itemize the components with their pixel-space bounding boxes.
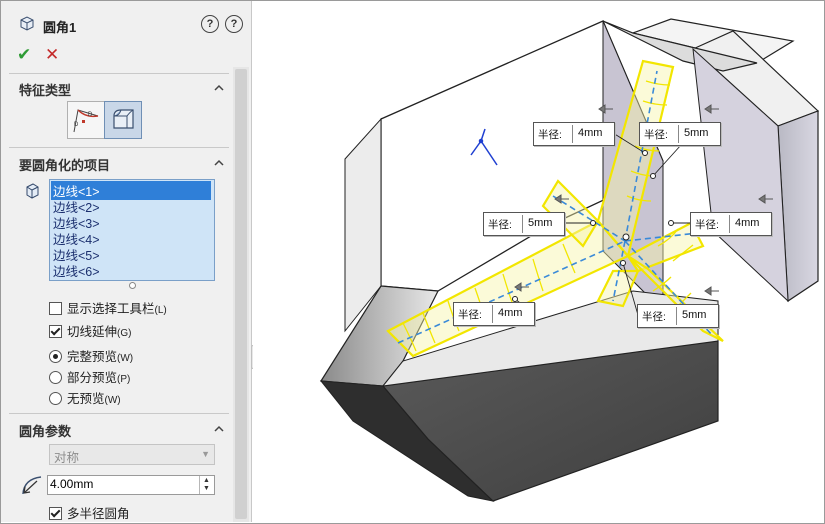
- divider: [9, 413, 229, 414]
- option-label: 部分预览: [67, 371, 118, 385]
- radius-input[interactable]: [50, 477, 190, 491]
- option-label: 显示选择工具栏: [67, 302, 155, 316]
- fillet-method-select[interactable]: 对称 ▼: [49, 444, 215, 465]
- radius-callout[interactable]: 半径: 5mm: [483, 212, 565, 236]
- scroll-thumb[interactable]: [235, 69, 247, 519]
- callout-separator: [678, 125, 679, 143]
- chevron-up-icon[interactable]: [214, 158, 224, 168]
- callout-separator: [676, 307, 677, 325]
- section-fillet-params-title[interactable]: 圆角参数: [19, 421, 71, 440]
- option-label: 无预览: [67, 392, 105, 406]
- chevron-down-icon: ▼: [201, 449, 210, 459]
- callout-value[interactable]: 5mm: [684, 127, 708, 139]
- callout-value[interactable]: 4mm: [735, 217, 759, 229]
- panel-scrollbar[interactable]: [233, 67, 249, 522]
- checkbox-box[interactable]: [49, 302, 62, 315]
- divider: [9, 147, 229, 148]
- full-preview-radio[interactable]: 完整预览(W): [49, 346, 133, 365]
- callout-separator: [572, 125, 573, 143]
- callout-value[interactable]: 4mm: [498, 307, 522, 319]
- radius-spinbox[interactable]: ▲ ▼: [47, 475, 215, 495]
- callout-value[interactable]: 5mm: [682, 309, 706, 321]
- callout-label: 半径:: [488, 219, 512, 231]
- property-manager: 圆角1 ? ? ✔ ✕ 特征类型 D D 要圆角化的项目 边线<1> 边线<2>…: [1, 1, 252, 522]
- fillet-constant-button[interactable]: [104, 101, 142, 139]
- option-hotkey: (W): [117, 353, 134, 364]
- callout-label: 半径:: [695, 219, 719, 231]
- fillet-manual-button[interactable]: D D: [67, 101, 105, 139]
- section-feature-type-title[interactable]: 特征类型: [19, 80, 71, 99]
- checkbox-box[interactable]: [49, 325, 62, 338]
- svg-text:D: D: [74, 122, 79, 128]
- edges-list[interactable]: 边线<1> 边线<2> 边线<3> 边线<4> 边线<5> 边线<6>: [49, 179, 215, 281]
- feature-title: 圆角1: [43, 20, 77, 35]
- radius-icon: [22, 476, 42, 495]
- spin-up-icon[interactable]: ▲: [203, 477, 210, 484]
- ok-button[interactable]: ✔: [17, 45, 31, 65]
- property-manager-header: 圆角1 ? ?: [1, 1, 251, 41]
- radio-dot[interactable]: [49, 392, 62, 405]
- option-label: 切线延伸: [67, 325, 118, 339]
- radius-callout[interactable]: 半径: 4mm: [533, 122, 615, 146]
- callout-label: 半径:: [458, 309, 482, 321]
- tangent-propagation-checkbox[interactable]: 切线延伸(G): [49, 321, 131, 340]
- svg-text:D: D: [88, 112, 93, 118]
- callout-label: 半径:: [644, 129, 668, 141]
- chevron-up-icon[interactable]: [214, 424, 224, 434]
- callout-value[interactable]: 4mm: [578, 127, 602, 139]
- show-selection-toolbar-checkbox[interactable]: 显示选择工具栏(L): [49, 298, 167, 317]
- callout-value[interactable]: 5mm: [528, 217, 552, 229]
- callout-separator: [522, 215, 523, 233]
- whats-new-icon[interactable]: ?: [201, 15, 219, 33]
- callout-separator: [492, 305, 493, 323]
- spin-down-icon[interactable]: ▼: [203, 485, 210, 492]
- fillet-feature-icon: [20, 16, 34, 31]
- help-icon[interactable]: ?: [225, 15, 243, 33]
- constant-fillet-icon: [113, 109, 134, 129]
- option-label: 完整预览: [67, 350, 118, 364]
- manual-fillet-icon: D D: [73, 109, 99, 133]
- option-label: 多半径圆角: [67, 507, 130, 521]
- multi-radius-checkbox[interactable]: 多半径圆角: [49, 503, 130, 522]
- spinner-buttons[interactable]: ▲ ▼: [199, 476, 214, 494]
- section-items-title[interactable]: 要圆角化的项目: [19, 155, 110, 174]
- checkbox-box[interactable]: [49, 507, 62, 520]
- radius-callout[interactable]: 半径: 5mm: [639, 122, 721, 146]
- callout-label: 半径:: [642, 311, 666, 323]
- radius-callout[interactable]: 半径: 5mm: [637, 304, 719, 328]
- graphics-viewport[interactable]: 半径: 4mm 半径: 5mm 半径: 5mm 半径: 4mm 半径: 4mm 半径: 5m…: [253, 1, 823, 522]
- option-hotkey: (G): [117, 328, 132, 339]
- cancel-button[interactable]: ✕: [45, 45, 59, 65]
- option-hotkey: (W): [104, 395, 121, 406]
- select-value: 对称: [54, 451, 80, 465]
- divider: [9, 73, 229, 74]
- list-item[interactable]: 边线<6>: [53, 261, 100, 280]
- radio-dot[interactable]: [49, 371, 62, 384]
- list-resize-handle[interactable]: [129, 282, 136, 289]
- radius-callout[interactable]: 半径: 4mm: [690, 212, 772, 236]
- chevron-up-icon[interactable]: [214, 83, 224, 93]
- partial-preview-radio[interactable]: 部分预览(P): [49, 367, 130, 386]
- callout-separator: [729, 215, 730, 233]
- model-view[interactable]: [253, 1, 823, 522]
- no-preview-radio[interactable]: 无预览(W): [49, 388, 121, 407]
- callout-label: 半径:: [538, 129, 562, 141]
- radius-callout[interactable]: 半径: 4mm: [453, 302, 535, 326]
- option-hotkey: (P): [117, 374, 131, 385]
- edge-selection-icon: [26, 183, 39, 199]
- option-hotkey: (L): [154, 305, 167, 316]
- radio-dot[interactable]: [49, 350, 62, 363]
